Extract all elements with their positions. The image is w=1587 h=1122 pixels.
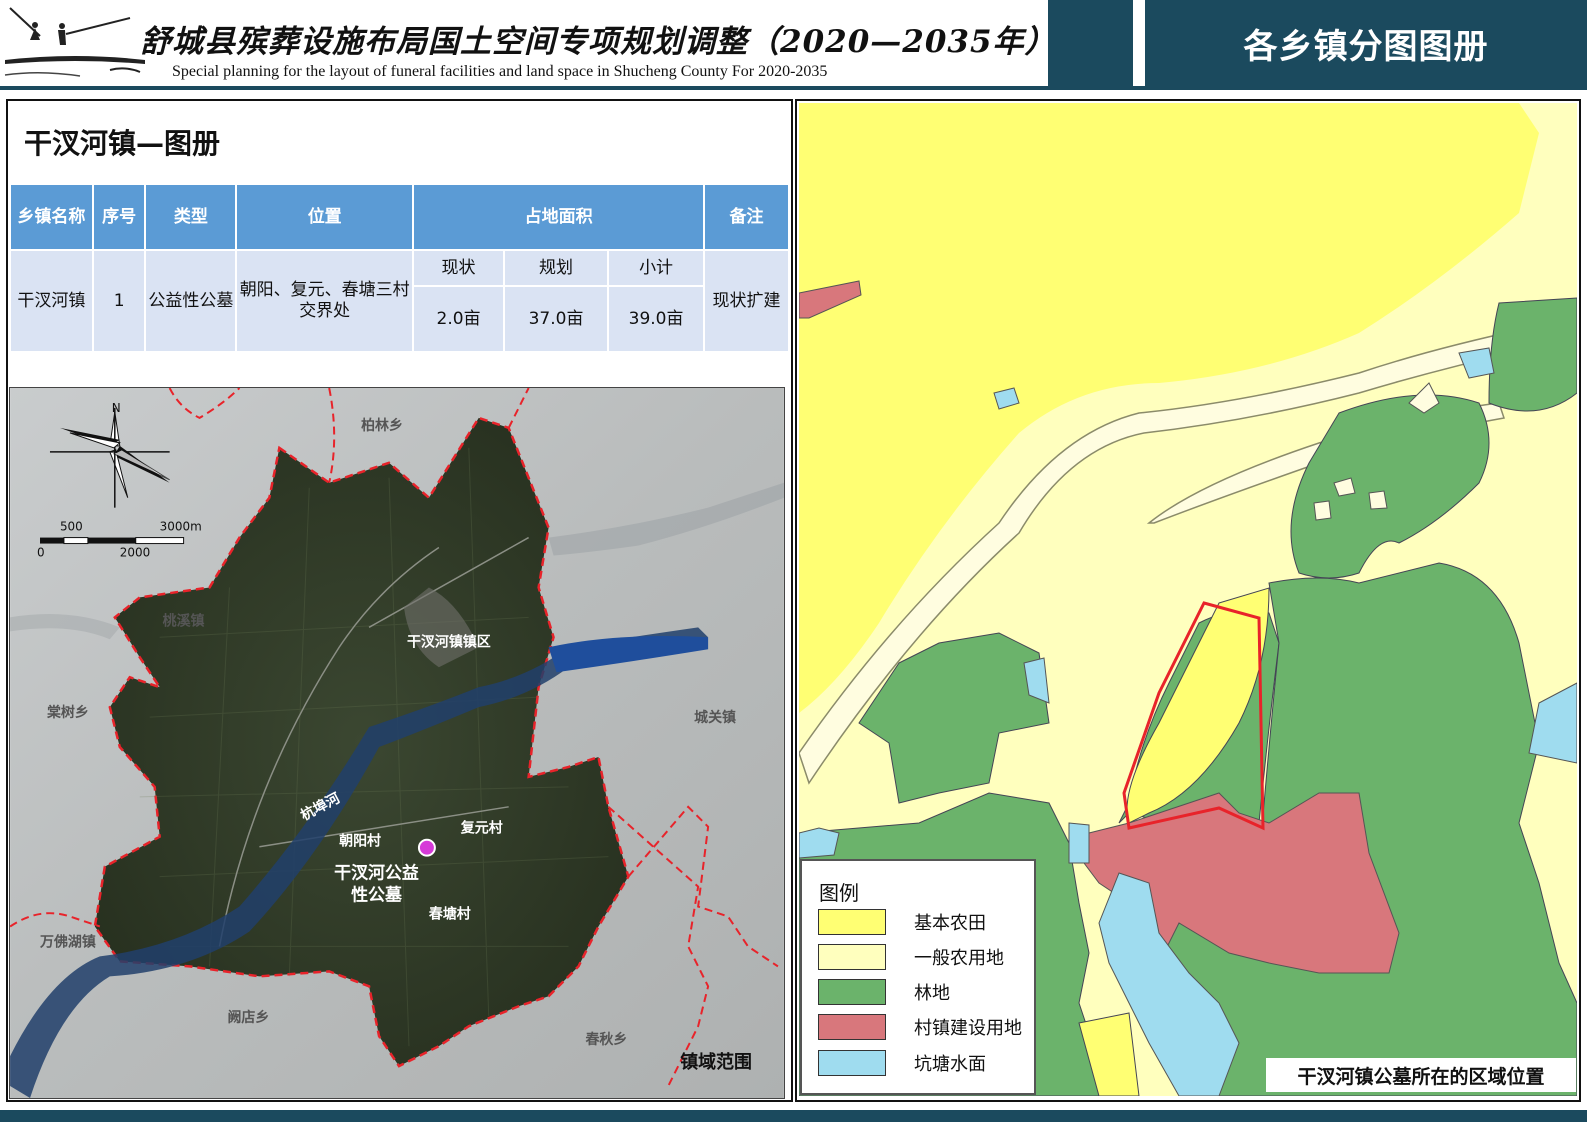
legend-swatch [818,1050,886,1076]
header-seq: 序号 [91,183,147,251]
place-label-tangshu: 棠树乡 [46,704,89,721]
pond-water[interactable] [1068,822,1090,864]
footer-bar [0,1110,1587,1122]
plan-title-cn: 舒城县殡葬设施布局国土空间专项规划调整（2020—2035年） [140,24,1057,60]
header-notes: 备注 [703,183,790,251]
place-label-chaoyang: 朝阳村 [339,833,381,850]
cemetery-label: 干汊河公益 [334,863,419,883]
place-label-taoxi: 桃溪镇 [163,612,205,629]
header-divider [1133,0,1145,86]
building-plot [1368,490,1388,510]
header-type: 类型 [144,183,238,251]
cemetery-label: 性公墓 [351,885,403,905]
place-label-kandian: 阙店乡 [227,1009,269,1026]
legend-swatch [818,1014,886,1040]
cemetery-table: 乡镇名称 序号 类型 位置 占地面积 备注 干汊河镇 1 公益性公墓 朝阳、复元… [9,183,790,353]
place-label-bailin: 柏林乡 [361,417,403,434]
place-label-town-center: 干汊河镇镇区 [407,633,491,650]
scale-label: 3000m [160,520,202,534]
right-map-caption: 干汊河镇公墓所在的区域位置 [1266,1058,1576,1092]
title-box: 舒城县殡葬设施布局国土空间专项规划调整（2020—2035年） Special … [0,0,1056,86]
cell-location: 朝阳、复元、春塘三村交界处 [235,249,415,353]
place-label-chunqiu: 春秋乡 [584,1031,627,1048]
plan-title-en: Special planning for the layout of funer… [172,63,828,80]
legend-label: 一般农用地 [914,948,1004,969]
place-label-fuyuan: 复元村 [460,820,503,837]
cell-notes: 现状扩建 [703,249,790,353]
scale-label: 2000 [120,546,150,560]
cell-township: 干汊河镇 [9,249,94,353]
place-label-chengguan: 城关镇 [694,709,736,726]
header-township: 乡镇名称 [9,183,94,251]
place-label-chuntang: 春塘村 [428,906,471,923]
legend-label: 村镇建设用地 [914,1018,1022,1039]
subheader-planned: 规划 [503,249,610,287]
legend-swatch [818,979,886,1005]
scale-label: 0 [37,546,45,560]
header-area: 占地面积 [412,183,706,251]
legend-title: 图例 [819,881,859,905]
atlas-title: 各乡镇分图图册 [1243,26,1489,67]
cell-type: 公益性公墓 [144,249,238,353]
cell-area-planned: 37.0亩 [503,285,610,353]
cell-area-current: 2.0亩 [412,285,506,353]
legend-item: 基本农田 [818,909,986,935]
legend-item: 坑塘水面 [818,1050,986,1076]
legend-item: 村镇建设用地 [818,1014,1022,1040]
header-location: 位置 [235,183,415,251]
pond-water[interactable] [799,827,840,859]
township-satellite-map[interactable]: N 500 3000m 0 2000 柏林乡 桃溪镇 棠树乡 城关镇 万佛湖镇 … [9,387,785,1099]
forest-area[interactable] [1488,297,1577,412]
header-bar: 舒城县殡葬设施布局国土空间专项规划调整（2020—2035年） Special … [0,0,1587,90]
cemetery-marker-icon[interactable] [417,838,436,857]
building-plot [1313,500,1332,521]
cell-seq: 1 [91,249,147,353]
subheader-subtotal: 小计 [607,249,706,287]
legend-swatch [818,909,886,935]
cell-area-subtotal: 39.0亩 [607,285,706,353]
map-legend: 图例 基本农田 一般农用地 林地 村镇建设用地 坑塘水面 [800,859,1036,1095]
legend-label: 坑塘水面 [914,1054,986,1075]
north-label: N [112,401,121,415]
scale-label: 500 [60,520,83,534]
legend-item: 林地 [818,979,950,1005]
subheader-current: 现状 [412,249,506,287]
legend-label: 基本农田 [914,913,986,934]
legend-label: 林地 [914,983,950,1004]
legend-swatch [818,944,886,970]
section-title: 干汊河镇—图册 [24,127,221,160]
left-map-caption: 镇域范围 [680,1051,752,1073]
place-label-wanfohu: 万佛湖镇 [39,933,96,950]
table-row: 干汊河镇 1 公益性公墓 朝阳、复元、春塘三村交界处 现状 规划 小计 现状扩建 [9,249,790,353]
legend-item: 一般农用地 [818,944,1004,970]
fisherman-logo-icon [0,0,150,86]
table-header-row: 乡镇名称 序号 类型 位置 占地面积 备注 [9,183,790,251]
